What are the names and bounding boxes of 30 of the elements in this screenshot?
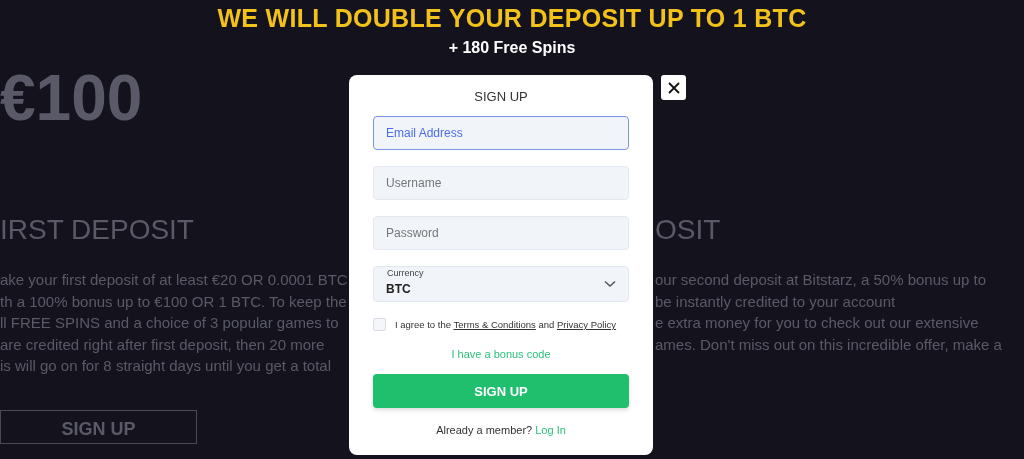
description-line: be instantly credited to your account [655,291,897,312]
description-line: ll FREE SPINS and a choice of 3 popular games to [0,313,340,333]
bonus-code-link[interactable]: I have a bonus code [451,348,551,360]
agree-text: I agree to the Terms & Conditions and Privacy Policy [395,319,617,330]
sign-up-button[interactable]: SIGN UP [0,409,197,444]
description-line: is will go on for 8 straight days until you get a total [0,356,332,376]
currency-select[interactable]: Currency BTC [373,266,629,302]
member-text: Already a member? Log In [436,424,566,436]
sign-up-button[interactable]: SIGN UP [373,374,629,408]
dialog-title: SIGN UP [473,89,529,104]
log-in-link[interactable]: Log In [535,424,566,436]
description-line: ake your first deposit of at least €20 OR 0.0001 BTC [0,270,349,290]
chevron-down-icon [604,280,616,288]
description-line: ames. Don't miss out on this incredible offer, make a [655,334,1003,355]
description-line: are credited right after first deposit, then 20 more [0,334,326,355]
input-field[interactable]: Email Address [373,116,629,150]
terms-link[interactable]: Terms & Conditions [453,319,536,330]
promo-subheadline: + 180 Free Spins [447,39,577,57]
agree-checkbox[interactable] [373,318,386,331]
description-line: our second deposit at Bitstarz, a 50% bonus up to [655,270,988,290]
privacy-link[interactable]: Privacy Policy [556,319,617,330]
close-button[interactable] [661,75,686,100]
description-line: th a 100% bonus up to €100 OR 1 BTC. To keep the [0,291,348,312]
bonus-amount: €100 [0,63,144,136]
section-heading: OSIT [655,213,722,247]
field-label: Currency [386,268,425,278]
description-line: e extra money for you to check out our extensive [655,313,980,333]
section-heading: IRST DEPOSIT [0,213,195,247]
promo-headline: WE WILL DOUBLE YOUR DEPOSIT UP TO 1 BTC [216,3,808,33]
close-icon [667,81,680,94]
